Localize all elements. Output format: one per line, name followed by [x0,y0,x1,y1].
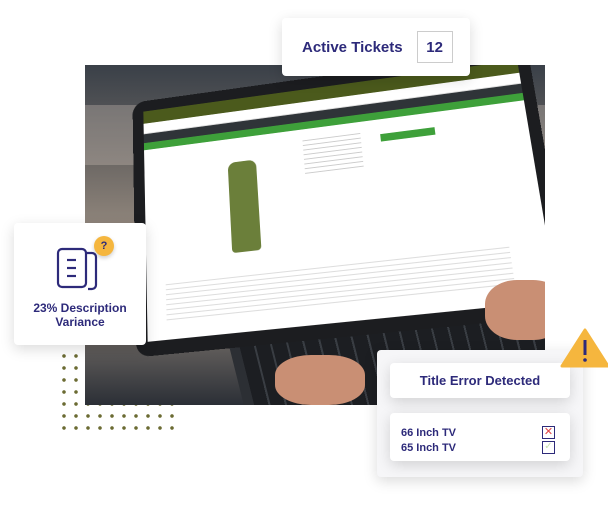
question-badge: ? [94,236,114,256]
reject-checkbox[interactable]: ✕ [542,426,555,439]
title-options-card: 66 Inch TV 65 Inch TV ✕ ✓ [390,413,570,461]
add-to-cart-button [380,127,436,142]
option-66-inch: 66 Inch TV [401,427,457,439]
active-tickets-card: Active Tickets 12 [282,18,470,76]
title-error-panel: Title Error Detected 66 Inch TV 65 Inch … [377,350,583,477]
title-error-heading: Title Error Detected [419,373,541,388]
title-error-heading-card: Title Error Detected [390,363,570,398]
active-tickets-count: 12 [416,31,453,63]
product-image [227,159,262,254]
accept-checkbox[interactable]: ✓ [542,441,555,454]
laptop [132,65,545,358]
document-icon [56,247,98,291]
description-variance-text: 23% Description Variance [33,301,127,329]
option-65-inch: 65 Inch TV [401,442,457,454]
warning-icon [560,328,608,368]
description-variance-card: ? 23% Description Variance [14,223,146,345]
active-tickets-label: Active Tickets [302,38,403,56]
